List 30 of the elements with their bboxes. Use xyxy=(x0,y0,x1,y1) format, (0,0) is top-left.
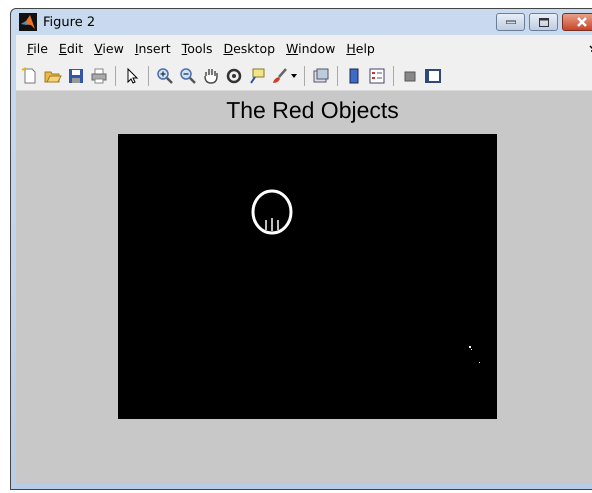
menu-item[interactable]: Desktop xyxy=(218,41,282,56)
zoom-out-icon[interactable] xyxy=(179,67,197,85)
menu-item[interactable]: Insert xyxy=(130,41,177,56)
printer-icon[interactable] xyxy=(90,67,108,85)
menu-item[interactable]: View xyxy=(89,41,130,56)
maximize-button[interactable] xyxy=(529,13,558,31)
menu-item[interactable]: Help xyxy=(341,41,381,56)
close-icon xyxy=(576,17,588,27)
window-title: Figure 2 xyxy=(43,14,96,30)
minimize-button[interactable] xyxy=(496,13,525,31)
data-cursor-icon[interactable] xyxy=(248,67,266,85)
link-plot-icon[interactable] xyxy=(312,67,330,85)
menu-item[interactable]: File xyxy=(22,41,54,56)
zoom-in-icon[interactable] xyxy=(156,67,174,85)
show-plot-tools-icon[interactable] xyxy=(424,67,442,85)
rotate-icon[interactable] xyxy=(225,67,243,85)
plot-title: The Red Objects xyxy=(225,97,400,123)
caret-icon[interactable] xyxy=(291,74,297,78)
app-logo-icon xyxy=(19,13,37,31)
minimize-icon xyxy=(506,20,516,24)
ring-shape xyxy=(252,190,292,234)
save-icon[interactable] xyxy=(67,67,85,85)
brush-icon[interactable] xyxy=(271,67,289,85)
menu-item[interactable]: Tools xyxy=(176,41,218,56)
legend-icon[interactable] xyxy=(368,67,386,85)
menu-item[interactable]: Window xyxy=(281,41,342,56)
close-button[interactable] xyxy=(562,13,592,31)
menu-item[interactable]: Edit xyxy=(54,41,90,56)
maximize-icon xyxy=(538,18,548,26)
hand-icon[interactable] xyxy=(202,67,220,85)
